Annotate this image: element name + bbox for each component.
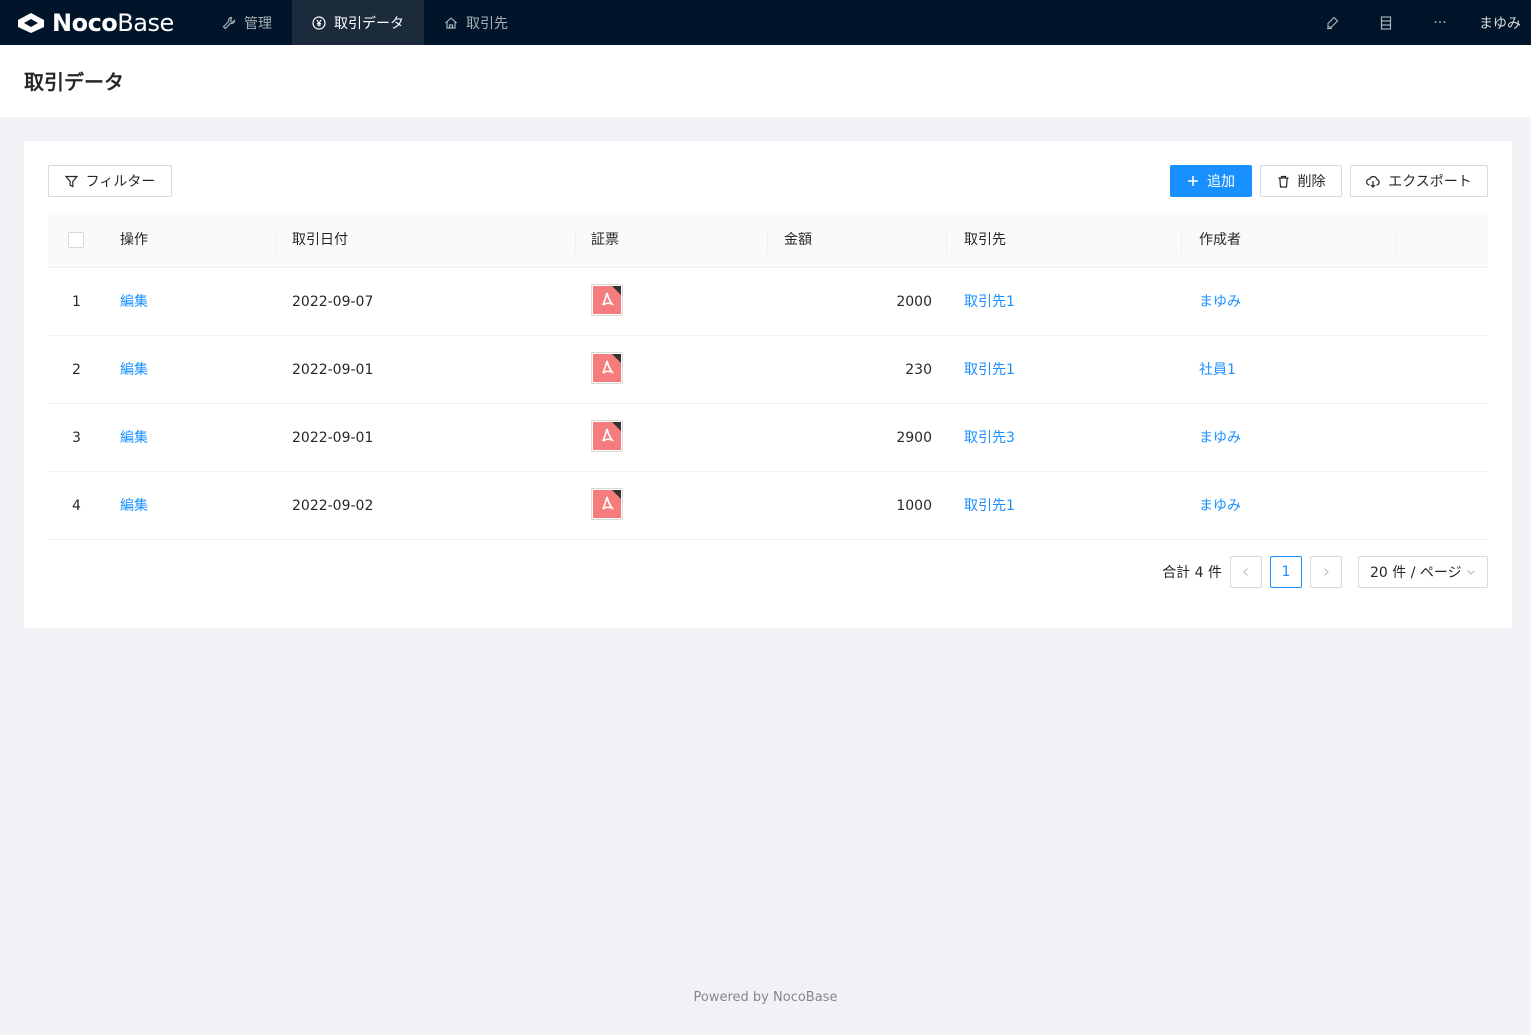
table-row[interactable]: 4 編集 2022-09-02 1000 取引先1 まゆみ xyxy=(48,472,1488,540)
page-number-button[interactable]: 1 xyxy=(1270,556,1302,588)
column-separator xyxy=(275,232,276,254)
column-separator xyxy=(1181,232,1182,254)
partner-link[interactable]: 取引先1 xyxy=(964,268,1015,336)
edit-link[interactable]: 編集 xyxy=(120,404,148,472)
edit-link[interactable]: 編集 xyxy=(120,268,148,336)
column-header-action: 操作 xyxy=(120,232,148,248)
edit-link[interactable]: 編集 xyxy=(120,336,148,404)
filter-label: フィルター xyxy=(85,174,156,190)
transaction-date: 2022-09-01 xyxy=(292,430,374,446)
delete-label: 削除 xyxy=(1297,174,1326,190)
page-title: 取引データ xyxy=(24,70,124,94)
nav-item-partners[interactable]: 取引先 xyxy=(424,0,528,45)
user-menu[interactable]: まゆみ xyxy=(1467,13,1531,33)
creator-link[interactable]: 社員1 xyxy=(1199,336,1236,404)
add-label: 追加 xyxy=(1207,174,1235,190)
pagination: 合計 4 件 1 20 件 / ページ xyxy=(1162,556,1488,588)
column-separator xyxy=(1395,232,1396,254)
export-button[interactable]: エクスポート xyxy=(1350,165,1488,197)
nav-label-manage: 管理 xyxy=(244,15,272,32)
amount: 1000 xyxy=(896,498,932,514)
nocobase-logo-icon xyxy=(18,12,44,33)
pdf-file-icon[interactable] xyxy=(591,488,623,520)
delete-button[interactable]: 削除 xyxy=(1260,165,1342,197)
more-glyph: ··· xyxy=(1433,14,1447,31)
select-all-checkbox[interactable] xyxy=(68,232,84,248)
nav-item-manage[interactable]: 管理 xyxy=(202,0,292,45)
home-icon xyxy=(444,16,458,30)
nav-item-transactions[interactable]: 取引データ xyxy=(292,0,424,45)
chevron-left-icon xyxy=(1243,568,1248,576)
pagination-total: 合計 4 件 xyxy=(1162,565,1222,581)
row-index: 1 xyxy=(72,294,81,310)
partner-link[interactable]: 取引先1 xyxy=(964,336,1015,404)
row-index: 3 xyxy=(72,430,81,446)
creator-link[interactable]: まゆみ xyxy=(1199,268,1241,336)
page-size-select[interactable]: 20 件 / ページ xyxy=(1358,556,1488,588)
wrench-icon xyxy=(222,16,236,30)
yen-circle-icon xyxy=(312,15,326,30)
table-row[interactable]: 1 編集 2022-09-07 2000 取引先1 まゆみ xyxy=(48,268,1488,336)
filter-button[interactable]: フィルター xyxy=(48,165,172,197)
column-separator xyxy=(767,232,768,254)
table-row[interactable]: 3 編集 2022-09-01 2900 取引先3 まゆみ xyxy=(48,404,1488,472)
pdf-file-icon[interactable] xyxy=(591,352,623,384)
partner-link[interactable]: 取引先3 xyxy=(964,404,1015,472)
column-header-creator[interactable]: 作成者 xyxy=(1199,213,1241,268)
creator-link[interactable]: まゆみ xyxy=(1199,404,1241,472)
logo-text: NocoBase xyxy=(52,8,174,37)
transactions-table: 操作 取引日付 証票 金額 取引先 作成者 1 編集 2022-09-07 20… xyxy=(48,213,1488,540)
top-navbar: NocoBase 管理 取引データ 取引先 ··· まゆみ xyxy=(0,0,1531,45)
column-header-partner[interactable]: 取引先 xyxy=(964,213,1006,268)
add-button[interactable]: 追加 xyxy=(1170,165,1252,197)
prev-page-button[interactable] xyxy=(1230,556,1262,588)
top-right-actions: ··· まゆみ xyxy=(1305,0,1531,45)
column-header-date[interactable]: 取引日付 xyxy=(292,213,348,268)
column-header-voucher[interactable]: 証票 xyxy=(591,213,619,268)
database-icon[interactable] xyxy=(1359,0,1413,45)
edit-link[interactable]: 編集 xyxy=(120,472,148,540)
partner-link[interactable]: 取引先1 xyxy=(964,472,1015,540)
pdf-file-icon[interactable] xyxy=(591,284,623,316)
transaction-date: 2022-09-02 xyxy=(292,498,374,514)
table-row[interactable]: 2 編集 2022-09-01 230 取引先1 社員1 xyxy=(48,336,1488,404)
trash-icon xyxy=(1277,175,1290,188)
table-toolbar: フィルター 追加 削除 エクスポート xyxy=(48,165,1488,197)
highlight-icon[interactable] xyxy=(1305,0,1359,45)
next-page-button[interactable] xyxy=(1310,556,1342,588)
nav-label-transactions: 取引データ xyxy=(334,15,404,32)
page-size-value: 20 件 / ページ xyxy=(1370,565,1462,581)
chevron-down-icon xyxy=(1467,570,1475,575)
plus-icon xyxy=(1187,175,1199,187)
column-separator xyxy=(946,232,947,254)
column-separator xyxy=(575,232,576,254)
row-index: 4 xyxy=(72,498,81,514)
amount: 2000 xyxy=(896,294,932,310)
row-index: 2 xyxy=(72,362,81,378)
transaction-date: 2022-09-07 xyxy=(292,294,374,310)
nocobase-logo[interactable]: NocoBase xyxy=(0,0,200,45)
nav-label-partners: 取引先 xyxy=(466,15,508,32)
table-card: フィルター 追加 削除 エクスポート 操作 取引日付 証票 金額 取引先 作成者… xyxy=(24,141,1512,628)
amount: 230 xyxy=(905,362,932,378)
column-header-amount[interactable]: 金額 xyxy=(784,213,812,268)
page-header: 取引データ xyxy=(0,45,1531,117)
amount: 2900 xyxy=(896,430,932,446)
filter-icon xyxy=(64,175,78,188)
pdf-file-icon[interactable] xyxy=(591,420,623,452)
table-header: 操作 取引日付 証票 金額 取引先 作成者 xyxy=(48,213,1488,268)
footer: Powered by NocoBase xyxy=(693,990,838,1005)
chevron-right-icon xyxy=(1324,568,1329,576)
cloud-download-icon xyxy=(1366,175,1380,188)
transaction-date: 2022-09-01 xyxy=(292,362,374,378)
export-label: エクスポート xyxy=(1388,174,1472,190)
more-icon[interactable]: ··· xyxy=(1413,0,1467,45)
creator-link[interactable]: まゆみ xyxy=(1199,472,1241,540)
